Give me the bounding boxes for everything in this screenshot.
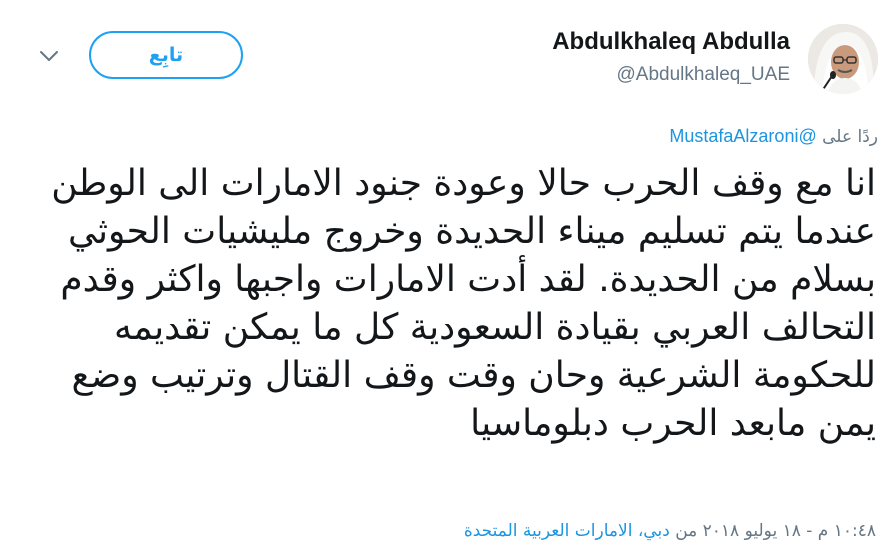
location-prefix: من bbox=[675, 521, 698, 541]
avatar[interactable] bbox=[808, 24, 878, 94]
reply-mention-link[interactable]: @MustafaAlzaroni bbox=[669, 126, 816, 146]
follow-button[interactable]: تابِع bbox=[89, 31, 243, 79]
user-handle[interactable]: @Abdulkhaleq_UAE bbox=[616, 64, 790, 86]
chevron-down-icon[interactable] bbox=[38, 48, 60, 64]
tweet-location-link[interactable]: دبي، الامارات العربية المتحدة bbox=[464, 521, 670, 541]
display-name[interactable]: Abdulkhaleq Abdulla bbox=[552, 28, 790, 56]
avatar-image bbox=[808, 24, 878, 94]
tweet-timestamp[interactable]: ١٠:٤٨ م - ١٨ يوليو ٢٠١٨ bbox=[703, 521, 876, 541]
reply-context: ردًا على @MustafaAlzaroni bbox=[669, 126, 878, 147]
reply-prefix: ردًا على bbox=[822, 127, 878, 147]
tweet-text: انا مع وقف الحرب حالا وعودة جنود الامارا… bbox=[51, 163, 876, 444]
tweet-metadata: ١٠:٤٨ م - ١٨ يوليو ٢٠١٨ من دبي، الامارات… bbox=[464, 521, 876, 541]
